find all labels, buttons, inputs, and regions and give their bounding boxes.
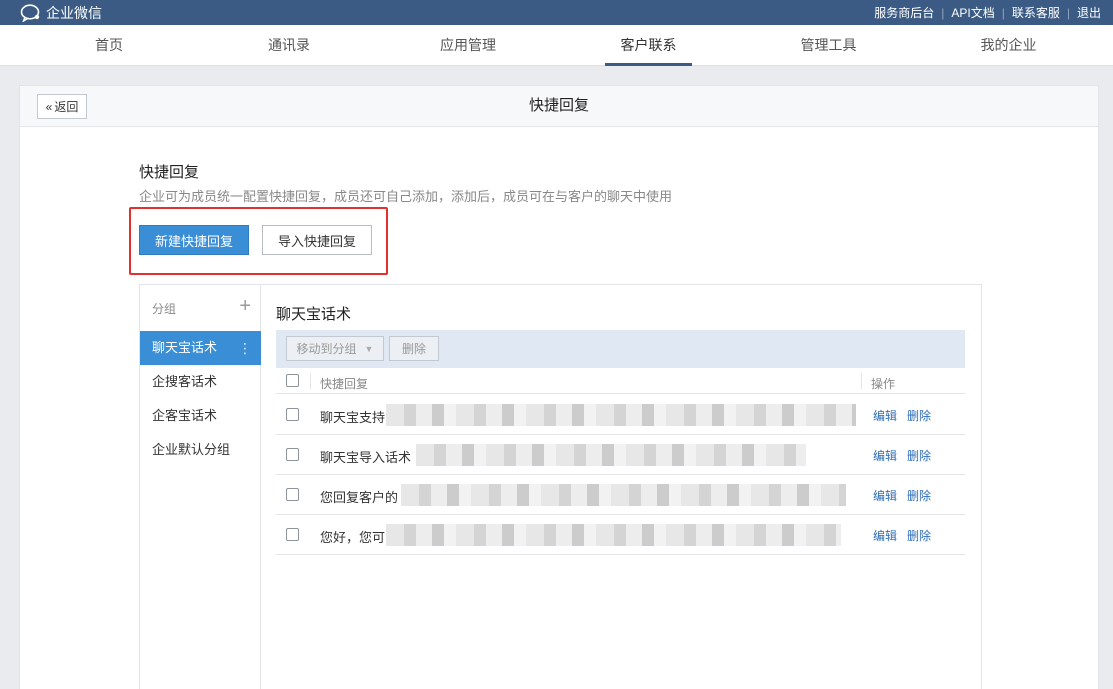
add-group-icon[interactable]: + xyxy=(239,295,251,317)
edit-link[interactable]: 编辑 xyxy=(873,527,897,544)
divider xyxy=(310,373,311,389)
app-logo[interactable]: 企业微信 xyxy=(20,0,102,25)
group-title: 聊天宝话术 xyxy=(276,306,352,323)
column-header-reply: 快捷回复 xyxy=(320,377,369,391)
group-item-qisouke[interactable]: 企搜客话术 xyxy=(140,365,261,399)
divider: | xyxy=(1001,5,1005,20)
row-checkbox[interactable] xyxy=(286,448,299,461)
edit-link[interactable]: 编辑 xyxy=(873,447,897,464)
redaction-blur xyxy=(401,484,846,506)
link-contact-support[interactable]: 联系客服 xyxy=(1012,4,1060,21)
section-description: 企业可为成员统一配置快捷回复，成员还可自己添加，添加后，成员可在与客户的聊天中使… xyxy=(139,189,673,204)
more-vertical-icon[interactable]: ⋮ xyxy=(238,331,252,365)
content-panel: « 返回 快捷回复 快捷回复 企业可为成员统一配置快捷回复，成员还可自己添加，添… xyxy=(19,85,1099,689)
delete-link[interactable]: 删除 xyxy=(907,407,931,424)
group-item-liaotianbao[interactable]: 聊天宝话术 ⋮ xyxy=(140,331,261,365)
nav-contacts[interactable]: 通讯录 xyxy=(250,25,328,66)
app-logo-text: 企业微信 xyxy=(46,4,102,21)
redaction-blur xyxy=(386,404,856,426)
group-item-label: 企搜客话术 xyxy=(152,374,218,389)
table-header: 快捷回复 操作 xyxy=(276,369,965,394)
link-logout[interactable]: 退出 xyxy=(1077,4,1101,21)
delete-link[interactable]: 删除 xyxy=(907,487,931,504)
column-header-action: 操作 xyxy=(871,377,896,391)
reply-text: 聊天宝导入话术 xyxy=(320,450,412,465)
top-links: 服务商后台 | API文档 | 联系客服 | 退出 xyxy=(874,0,1101,25)
link-provider-admin[interactable]: 服务商后台 xyxy=(874,4,934,21)
bulk-delete-button[interactable]: 删除 xyxy=(389,336,439,361)
table-row: 您回复客户的 编辑 删除 xyxy=(276,475,965,515)
delete-link[interactable]: 删除 xyxy=(907,527,931,544)
edit-link[interactable]: 编辑 xyxy=(873,487,897,504)
group-item-label: 聊天宝话术 xyxy=(152,340,218,355)
divider xyxy=(861,373,862,389)
nav-home[interactable]: 首页 xyxy=(70,25,148,66)
reply-text: 聊天宝支持 xyxy=(320,410,386,425)
table-row: 聊天宝导入话术 编辑 删除 xyxy=(276,435,965,475)
import-quick-reply-button[interactable]: 导入快捷回复 xyxy=(262,225,372,255)
link-api-docs[interactable]: API文档 xyxy=(951,4,994,21)
panel-header: « 返回 快捷回复 xyxy=(20,86,1098,127)
groups-container: 分组 + 聊天宝话术 ⋮ 企搜客话术 企客宝话术 企业默认分组 聊天宝话术 移动 xyxy=(139,284,982,689)
group-sidebar-header: 分组 + xyxy=(140,285,261,330)
group-item-label: 企客宝话术 xyxy=(152,408,218,423)
row-checkbox[interactable] xyxy=(286,408,299,421)
caret-down-icon: ▼ xyxy=(364,343,374,354)
reply-text: 您好，您可 xyxy=(320,530,386,545)
list-toolbar: 移动到分组 ▼ 删除 xyxy=(276,330,965,368)
section-title: 快捷回复 xyxy=(139,164,200,181)
group-item-default[interactable]: 企业默认分组 xyxy=(140,433,261,467)
move-to-group-label: 移动到分组 xyxy=(296,342,357,356)
reply-list-area: 聊天宝话术 移动到分组 ▼ 删除 快捷回复 操作 聊天宝支持 编辑 删除 聊天宝… xyxy=(261,285,981,689)
divider: | xyxy=(941,5,945,20)
delete-link[interactable]: 删除 xyxy=(907,447,931,464)
reply-text: 您回复客户的 xyxy=(320,490,399,505)
nav-app-management[interactable]: 应用管理 xyxy=(425,25,511,66)
page-title: 快捷回复 xyxy=(528,97,589,114)
new-quick-reply-button[interactable]: 新建快捷回复 xyxy=(139,225,249,255)
redaction-blur xyxy=(386,524,841,546)
group-item-qikebao[interactable]: 企客宝话术 xyxy=(140,399,261,433)
table-row: 聊天宝支持 编辑 删除 xyxy=(276,395,965,435)
group-item-label: 企业默认分组 xyxy=(152,442,231,457)
main-nav: 首页 通讯录 应用管理 客户联系 管理工具 我的企业 xyxy=(0,25,1113,66)
nav-my-enterprise[interactable]: 我的企业 xyxy=(965,25,1052,66)
redaction-blur xyxy=(416,444,806,466)
move-to-group-button[interactable]: 移动到分组 ▼ xyxy=(286,336,384,361)
row-checkbox[interactable] xyxy=(286,488,299,501)
select-all-checkbox[interactable] xyxy=(286,374,299,387)
table-row: 您好，您可 编辑 删除 xyxy=(276,515,965,555)
row-checkbox[interactable] xyxy=(286,528,299,541)
group-header-label: 分组 xyxy=(152,302,177,316)
nav-management-tools[interactable]: 管理工具 xyxy=(785,25,872,66)
nav-customer-contact[interactable]: 客户联系 xyxy=(605,25,692,66)
top-bar: 企业微信 服务商后台 | API文档 | 联系客服 | 退出 xyxy=(0,0,1113,25)
divider: | xyxy=(1066,5,1070,20)
edit-link[interactable]: 编辑 xyxy=(873,407,897,424)
chat-bubble-icon xyxy=(20,3,40,22)
group-sidebar: 分组 + 聊天宝话术 ⋮ 企搜客话术 企客宝话术 企业默认分组 xyxy=(140,285,261,689)
